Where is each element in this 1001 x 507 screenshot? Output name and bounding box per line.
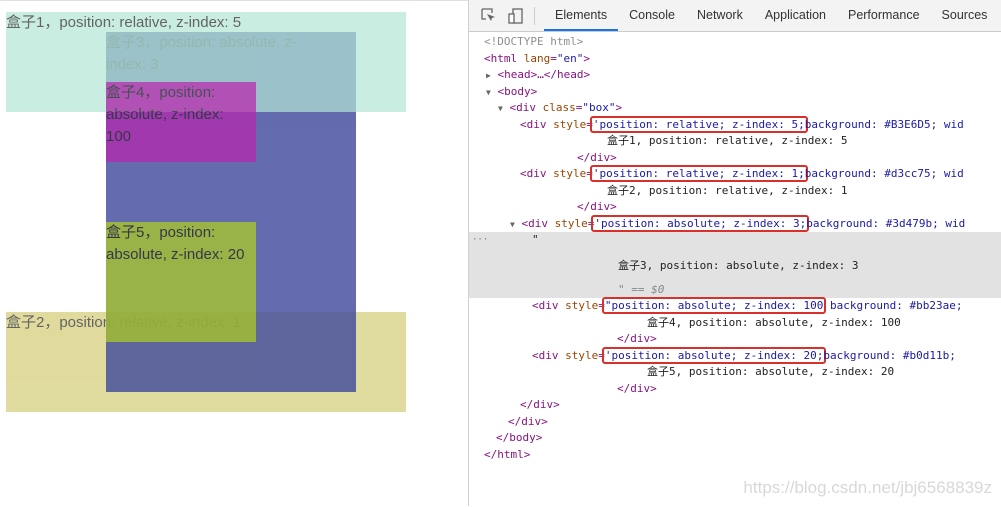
dom-text-div-3-end[interactable]: " == $0: [469, 281, 1001, 298]
dom-text-div-3-content[interactable]: 盒子3, position: absolute, z-index: 3: [469, 248, 1001, 282]
highlight-annotation: 'position: absolute; z-index: 20;: [601, 346, 827, 364]
dom-text-div-1[interactable]: 盒子1, position: relative, z-index: 5: [469, 133, 1001, 150]
dom-close-div-2[interactable]: </div>: [469, 199, 1001, 216]
tab-elements[interactable]: Elements: [544, 0, 619, 31]
dom-close-body[interactable]: </body>: [469, 430, 1001, 447]
dom-close-div-3[interactable]: </div>: [469, 397, 1001, 414]
dom-text-div-4[interactable]: 盒子4, position: absolute, z-index: 100: [469, 315, 1001, 332]
toolbar-divider: [534, 6, 535, 25]
more-options-icon[interactable]: ···: [472, 232, 488, 249]
dom-node-div-box[interactable]: ▼ <div class="box">: [469, 100, 1001, 117]
page-viewport: 盒子1，position: relative, z-index: 5 盒子2，p…: [0, 0, 468, 507]
box-5-label: 盒子5，position: absolute, z-index: 20: [106, 224, 245, 263]
dom-tree: <!DOCTYPE html> <html lang="en"> ▶ <head…: [469, 32, 1001, 463]
dom-close-div-5[interactable]: </div>: [469, 381, 1001, 398]
highlight-annotation: 'position: relative; z-index: 5;: [589, 115, 808, 133]
dom-text-div-5[interactable]: 盒子5, position: absolute, z-index: 20: [469, 364, 1001, 381]
dom-text-div-2[interactable]: 盒子2, position: relative, z-index: 1: [469, 183, 1001, 200]
devtools-toolbar: Elements Console Network Application Per…: [469, 0, 1001, 32]
devtools-panel: Elements Console Network Application Per…: [468, 0, 1001, 506]
collapse-triangle-icon[interactable]: ▼: [486, 88, 491, 97]
watermark: https://blog.csdn.net/jbj6568839z: [743, 478, 992, 497]
dom-node-doctype[interactable]: <!DOCTYPE html>: [469, 34, 1001, 51]
collapse-triangle-icon[interactable]: ▼: [510, 220, 515, 229]
tab-network[interactable]: Network: [686, 0, 754, 31]
dom-close-html[interactable]: </html>: [469, 447, 1001, 464]
dom-node-div-4[interactable]: <div style="position: absolute; z-index:…: [469, 297, 1001, 315]
tab-performance[interactable]: Performance: [837, 0, 931, 31]
dom-node-body[interactable]: ▼ <body>: [469, 84, 1001, 101]
highlight-annotation: 'position: absolute; z-index: 3;: [591, 214, 810, 232]
collapse-triangle-icon[interactable]: ▼: [498, 104, 503, 113]
tab-application[interactable]: Application: [754, 0, 837, 31]
dom-node-div-1[interactable]: <div style='position: relative; z-index:…: [469, 115, 1001, 134]
highlight-annotation: "position: absolute; z-index: 100: [601, 297, 827, 314]
dom-node-html[interactable]: <html lang="en">: [469, 51, 1001, 68]
device-toolbar-icon[interactable]: [507, 7, 523, 24]
dom-text-div-3-selected[interactable]: ··· ": [469, 232, 1001, 249]
box-4: 盒子4，position: absolute, z-index: 100: [106, 82, 256, 162]
dom-node-div-3[interactable]: ▼ <div style='position: absolute; z-inde…: [469, 214, 1001, 233]
dom-node-div-5[interactable]: <div style='position: absolute; z-index:…: [469, 346, 1001, 365]
dom-node-div-2[interactable]: <div style='position: relative; z-index:…: [469, 165, 1001, 183]
dom-close-div-4[interactable]: </div>: [469, 331, 1001, 348]
box-1-label: 盒子1，position: relative, z-index: 5: [6, 14, 242, 31]
inspect-element-icon[interactable]: [480, 8, 496, 24]
dom-close-div-1[interactable]: </div>: [469, 150, 1001, 167]
dom-node-head[interactable]: ▶ <head>…</head>: [469, 67, 1001, 84]
box-4-label: 盒子4，position: absolute, z-index: 100: [106, 84, 224, 145]
dom-close-div-box[interactable]: </div>: [469, 414, 1001, 431]
tab-sources[interactable]: Sources: [931, 0, 999, 31]
tab-console[interactable]: Console: [618, 0, 686, 31]
highlight-annotation: 'position: relative; z-index: 1;: [589, 165, 808, 182]
box-5: 盒子5，position: absolute, z-index: 20: [106, 222, 256, 342]
expand-triangle-icon[interactable]: ▶: [486, 71, 491, 80]
